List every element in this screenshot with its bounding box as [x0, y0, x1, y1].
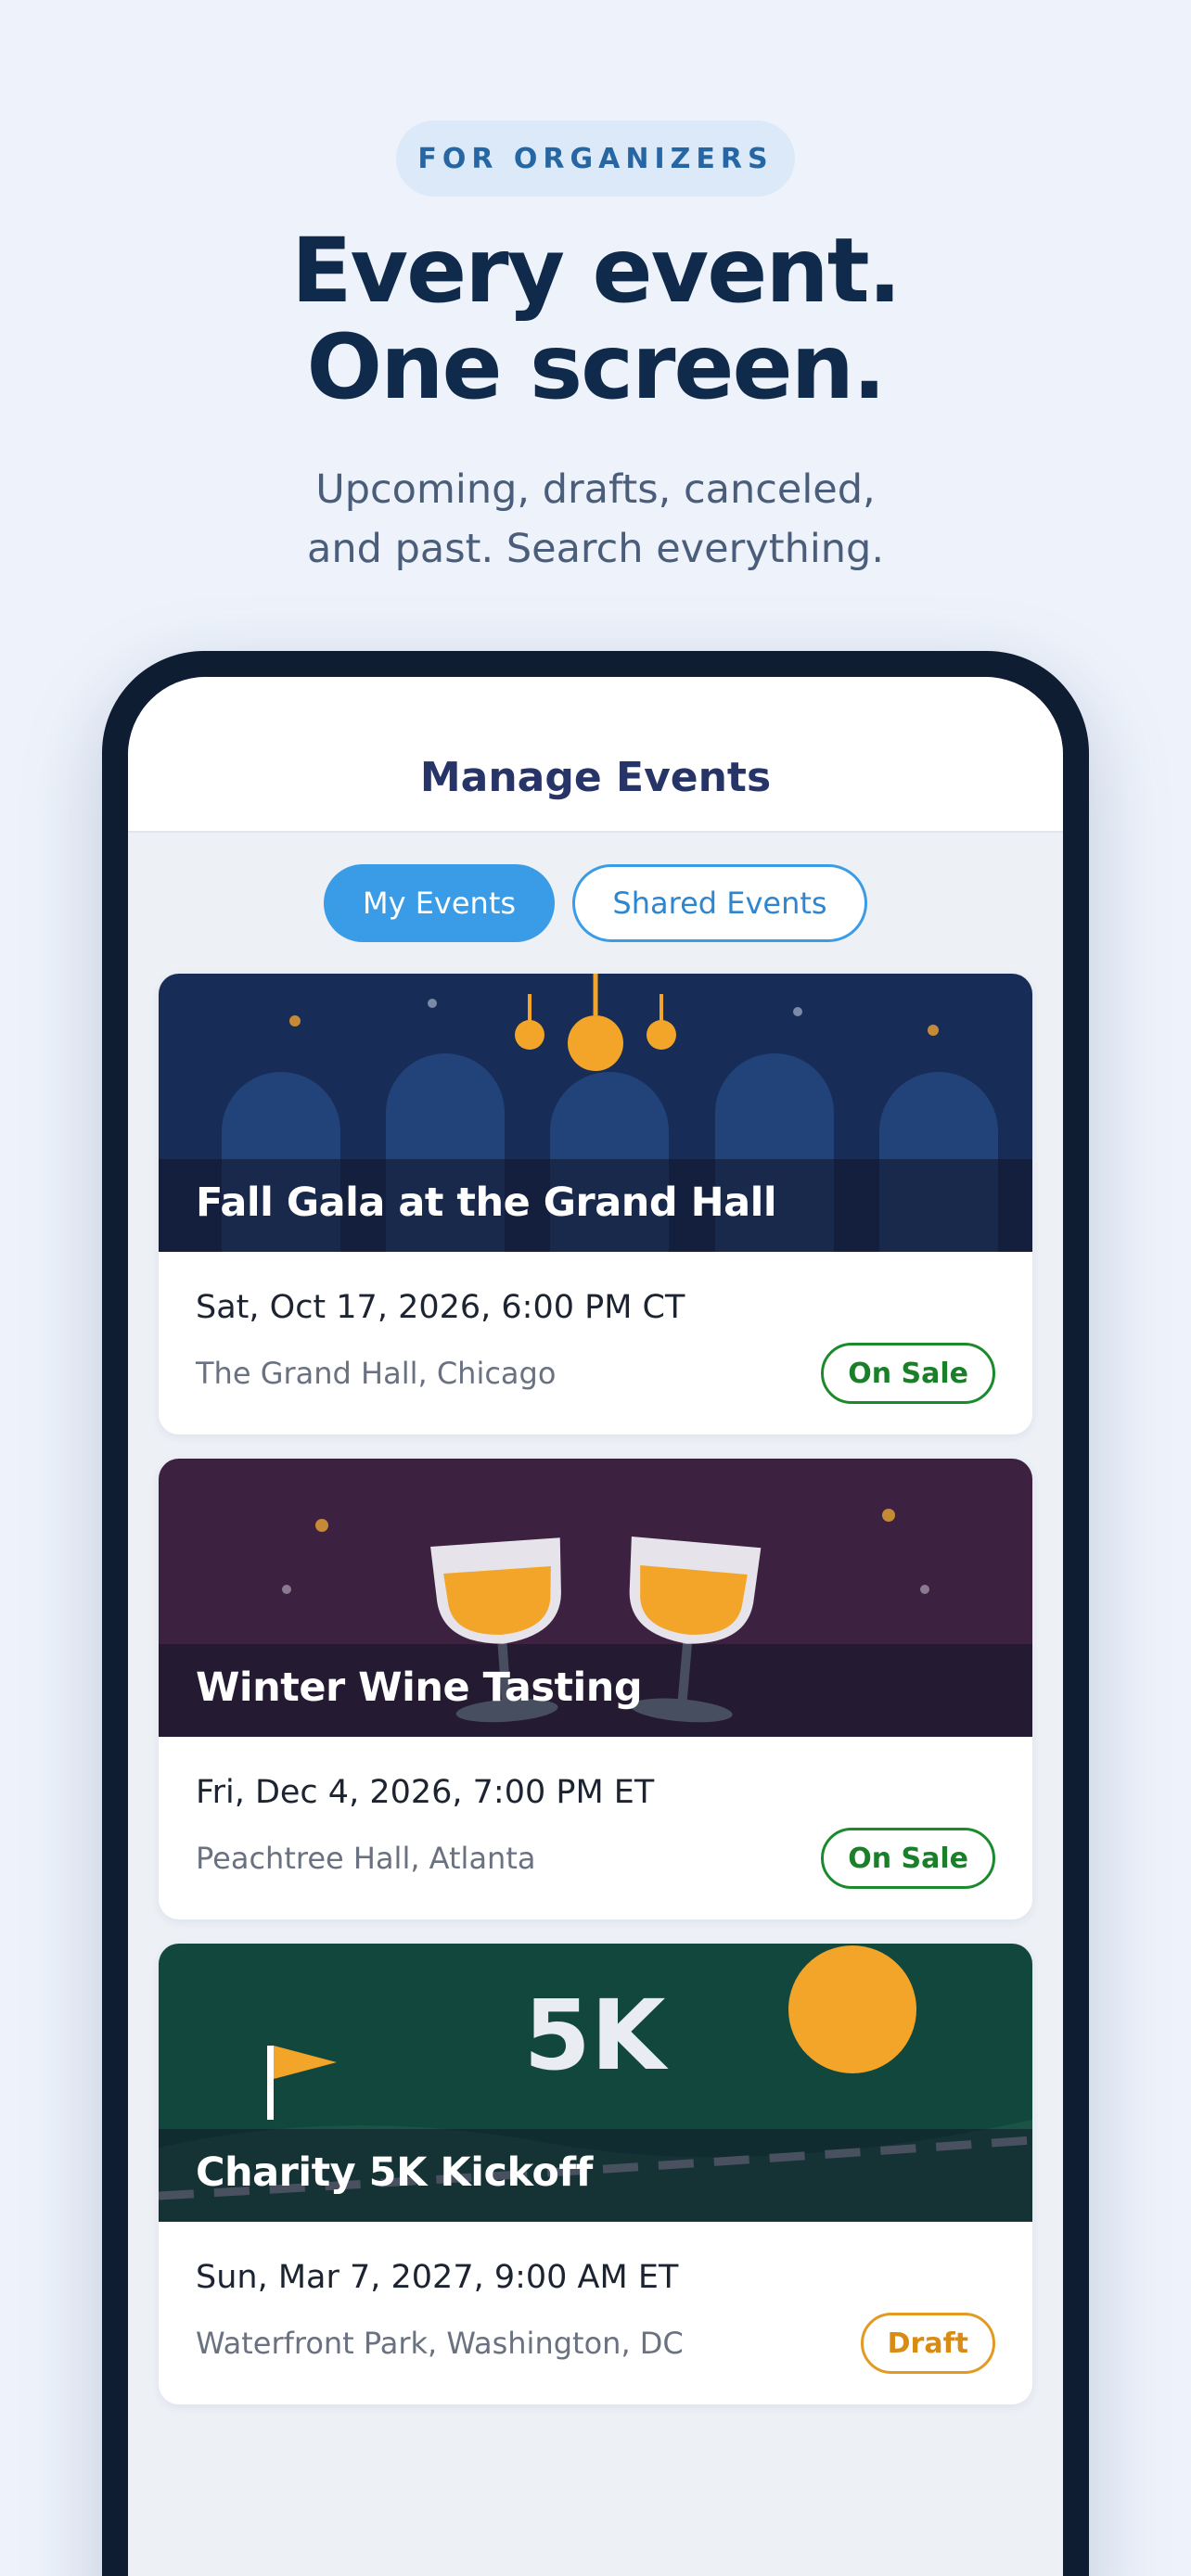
event-date: Fri, Dec 4, 2026, 7:00 PM ET	[196, 1774, 655, 1811]
phone-frame: Manage Events My Events Shared Events Fa…	[102, 651, 1089, 2576]
event-banner: Winter Wine Tasting	[159, 1459, 1032, 1737]
tab-my-events[interactable]: My Events	[324, 864, 555, 942]
subhead-line-2: and past. Search everything.	[307, 526, 884, 572]
hero-section: FOR ORGANIZERS Every event. One screen. …	[0, 0, 1191, 649]
event-card-charity-5k[interactable]: 5K Charity 5K Kickoff Sun, Mar 7, 2027, …	[159, 1944, 1032, 2404]
headline-line-2: One screen.	[306, 315, 887, 419]
event-title: Fall Gala at the Grand Hall	[196, 1180, 777, 1226]
event-title: Charity 5K Kickoff	[196, 2149, 593, 2196]
tab-shared-events[interactable]: Shared Events	[572, 864, 867, 942]
event-date: Sat, Oct 17, 2026, 6:00 PM CT	[196, 1289, 685, 1326]
banner-5k-text: 5K	[524, 1979, 669, 2092]
event-title: Winter Wine Tasting	[196, 1664, 643, 1711]
page-title: Manage Events	[419, 753, 772, 801]
hero-subhead: Upcoming, drafts, canceled, and past. Se…	[0, 460, 1191, 579]
event-card-fall-gala[interactable]: Fall Gala at the Grand Hall Sat, Oct 17,…	[159, 974, 1032, 1435]
status-badge: Draft	[860, 2313, 995, 2374]
phone-screen: Manage Events My Events Shared Events Fa…	[128, 677, 1063, 2576]
headline-line-1: Every event.	[290, 219, 902, 323]
app-header: Manage Events	[128, 677, 1063, 833]
event-venue: The Grand Hall, Chicago	[196, 1356, 557, 1391]
event-date: Sun, Mar 7, 2027, 9:00 AM ET	[196, 2259, 679, 2296]
event-banner: 5K Charity 5K Kickoff	[159, 1944, 1032, 2222]
event-venue: Peachtree Hall, Atlanta	[196, 1841, 536, 1876]
hero-headline: Every event. One screen.	[0, 223, 1191, 415]
status-badge: On Sale	[821, 1828, 995, 1889]
event-venue: Waterfront Park, Washington, DC	[196, 2326, 684, 2361]
subhead-line-1: Upcoming, drafts, canceled,	[315, 466, 876, 513]
event-card-winter-wine[interactable]: Winter Wine Tasting Fri, Dec 4, 2026, 7:…	[159, 1459, 1032, 1919]
status-badge: On Sale	[821, 1343, 995, 1404]
event-tabs: My Events Shared Events	[128, 864, 1063, 942]
audience-pill: FOR ORGANIZERS	[396, 121, 795, 197]
event-banner: Fall Gala at the Grand Hall	[159, 974, 1032, 1252]
